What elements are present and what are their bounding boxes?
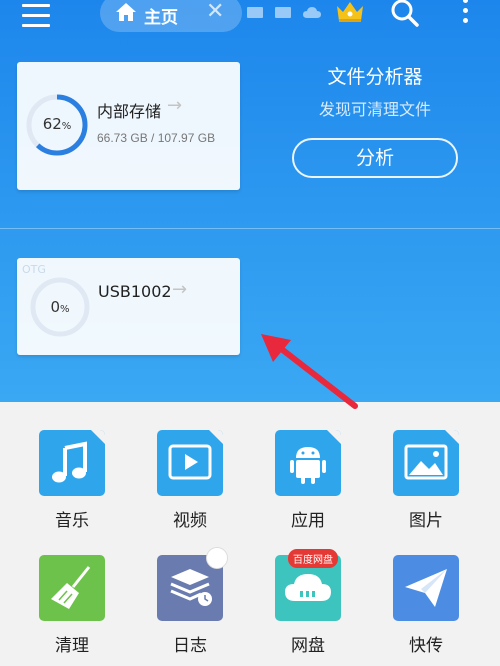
percent-sign: % bbox=[61, 121, 72, 132]
grid-label: 网盘 bbox=[291, 636, 325, 656]
arrow-right-icon: → bbox=[167, 95, 183, 116]
crown-icon[interactable] bbox=[335, 0, 365, 24]
storage-title: 内部存储 bbox=[97, 102, 162, 121]
search-icon[interactable] bbox=[390, 0, 420, 28]
close-icon[interactable]: ✕ bbox=[206, 0, 224, 24]
tab-home-label: 主页 bbox=[144, 8, 178, 28]
divider bbox=[0, 228, 500, 229]
home-icon bbox=[116, 3, 136, 21]
percent-sign: % bbox=[60, 304, 70, 315]
annotation-arrow bbox=[261, 334, 358, 409]
storage-usage-text: 66.73 GB / 107.97 GB bbox=[97, 131, 216, 145]
grid-item-clean[interactable]: 清理 bbox=[27, 555, 117, 665]
grid-item-apps[interactable]: 应用 bbox=[263, 430, 353, 540]
analyzer-subtitle: 发现可清理文件 bbox=[318, 100, 431, 119]
grid-item-music[interactable]: 音乐 bbox=[27, 430, 117, 540]
music-icon bbox=[39, 430, 105, 496]
grid-label: 图片 bbox=[409, 511, 443, 531]
storage-percent: 62 bbox=[42, 115, 62, 133]
grid-label: 应用 bbox=[291, 511, 325, 531]
grid-label: 快传 bbox=[409, 636, 443, 656]
grid-item-netdisk[interactable]: 网盘 bbox=[263, 555, 353, 665]
usb-title: USB1002 bbox=[98, 282, 172, 301]
grid-item-pictures[interactable]: 图片 bbox=[381, 430, 471, 540]
more-options-icon[interactable] bbox=[460, 0, 472, 28]
grid-label: 音乐 bbox=[55, 511, 89, 531]
grid-item-transfer[interactable]: 快传 bbox=[381, 555, 471, 665]
video-icon bbox=[157, 430, 223, 496]
usb-percent: 0 bbox=[50, 298, 61, 316]
paper-plane-icon bbox=[393, 555, 459, 621]
window-icon[interactable] bbox=[246, 5, 264, 19]
android-icon bbox=[275, 430, 341, 496]
internal-storage-card[interactable]: 62% 内部存储 → 66.73 GB / 107.97 GB bbox=[17, 62, 240, 190]
grid-label: 视频 bbox=[173, 511, 207, 531]
grid-item-video[interactable]: 视频 bbox=[145, 430, 235, 540]
grid-item-log[interactable]: 日志 bbox=[145, 555, 235, 665]
arrow-right-icon: → bbox=[172, 279, 188, 300]
analyze-button[interactable]: 分析 bbox=[292, 138, 458, 178]
cloud-icon[interactable] bbox=[302, 5, 322, 19]
grid-label: 清理 bbox=[55, 636, 89, 656]
window-icon[interactable] bbox=[274, 5, 292, 19]
grid-label: 日志 bbox=[173, 636, 207, 656]
otg-section-label: OTG bbox=[22, 263, 46, 276]
notification-dot bbox=[206, 547, 228, 569]
picture-icon bbox=[393, 430, 459, 496]
menu-icon[interactable] bbox=[22, 2, 52, 28]
broom-icon bbox=[39, 555, 105, 621]
baidu-netdisk-badge: 百度网盘 bbox=[288, 549, 338, 568]
analyzer-title: 文件分析器 bbox=[327, 66, 423, 88]
